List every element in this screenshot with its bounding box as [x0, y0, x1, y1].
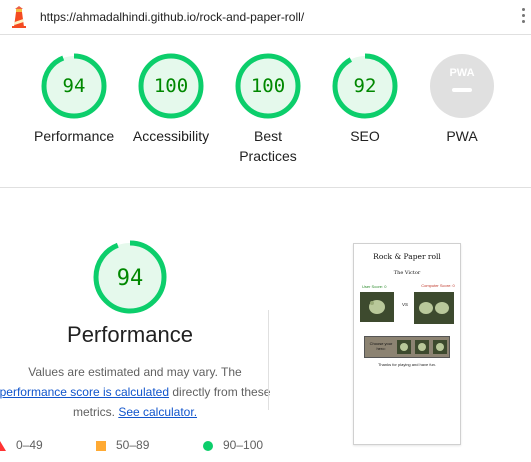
legend-fail: 0–49	[0, 438, 43, 452]
gauge-accessibility[interactable]: 100 Accessibility	[131, 52, 211, 146]
pwa-badge-text: PWA	[449, 67, 474, 79]
gauge-pwa[interactable]: PWA PWA	[422, 52, 502, 146]
see-calculator-link[interactable]: See calculator.	[118, 405, 197, 419]
gauge-seo[interactable]: 92 SEO	[325, 52, 405, 146]
score-ring-icon: 100	[138, 53, 204, 119]
hand-choice-icons	[397, 340, 447, 354]
thumb-thanks: Thanks for playing and have fun.	[377, 362, 437, 367]
desc-text: directly from these	[169, 385, 271, 399]
legend-range: 0–49	[16, 438, 43, 452]
hand-icon	[419, 302, 449, 314]
gauge-score: 100	[154, 75, 188, 97]
gauge-label: Performance	[34, 128, 115, 144]
section-divider	[0, 187, 531, 188]
legend-range: 90–100	[223, 438, 264, 452]
gauge-performance[interactable]: 94 Performance	[34, 52, 114, 146]
score-ring-icon: 92	[332, 53, 398, 119]
gauge-best-practices[interactable]: 100 Best Practices	[228, 52, 308, 166]
thumb-choose-panel: Choose your hero:	[364, 336, 450, 358]
lighthouse-icon	[12, 6, 26, 28]
gauge-label: Accessibility	[132, 128, 210, 144]
gauge-label: PWA	[446, 128, 478, 144]
user-hand-image	[360, 292, 394, 322]
vertical-divider	[268, 310, 269, 410]
page-screenshot-thumbnail[interactable]: Rock & Paper roll The Victor User Score:…	[353, 243, 461, 445]
score-ring-icon: 94	[41, 53, 107, 119]
kebab-menu-icon[interactable]	[521, 8, 527, 28]
thumb-title: Rock & Paper roll	[373, 252, 441, 261]
gauge-label: SEO	[350, 128, 380, 144]
performance-score-link[interactable]: performance score is calculated	[0, 385, 169, 399]
computer-hand-image	[414, 292, 454, 324]
performance-description: Values are estimated and may vary. The p…	[0, 362, 280, 422]
desc-text: Values are estimated and may vary. The	[28, 365, 242, 379]
pwa-badge-icon: PWA	[430, 54, 494, 118]
hand-icon	[369, 300, 385, 314]
performance-score-gauge: 94	[93, 240, 167, 314]
url-bar: https://ahmadalhindi.github.io/rock-and-…	[0, 0, 531, 35]
gauge-score: 92	[354, 75, 377, 97]
performance-title: Performance	[67, 322, 193, 347]
thumb-computer-score: Computer Score: 0	[421, 283, 455, 288]
gauge-score: 94	[63, 75, 86, 97]
performance-score: 94	[117, 266, 144, 291]
url-text[interactable]: https://ahmadalhindi.github.io/rock-and-…	[40, 10, 304, 24]
thumb-choose-text: Choose your hero:	[369, 341, 393, 351]
legend-range: 50–89	[116, 438, 150, 452]
thumb-user-score: User Score: 0	[362, 284, 387, 289]
square-icon	[96, 440, 106, 451]
triangle-icon	[0, 440, 6, 451]
gauge-label: Best Practices	[239, 128, 297, 164]
score-ring-icon: 100	[235, 53, 301, 119]
legend-pass: 90–100	[203, 438, 263, 452]
circle-icon	[203, 440, 213, 451]
desc-text: metrics.	[72, 405, 119, 419]
gauge-score: 100	[251, 75, 285, 97]
legend-average: 50–89	[96, 438, 149, 452]
thumb-vs: VS	[402, 302, 409, 307]
thumb-subtitle: The Victor	[393, 270, 421, 276]
